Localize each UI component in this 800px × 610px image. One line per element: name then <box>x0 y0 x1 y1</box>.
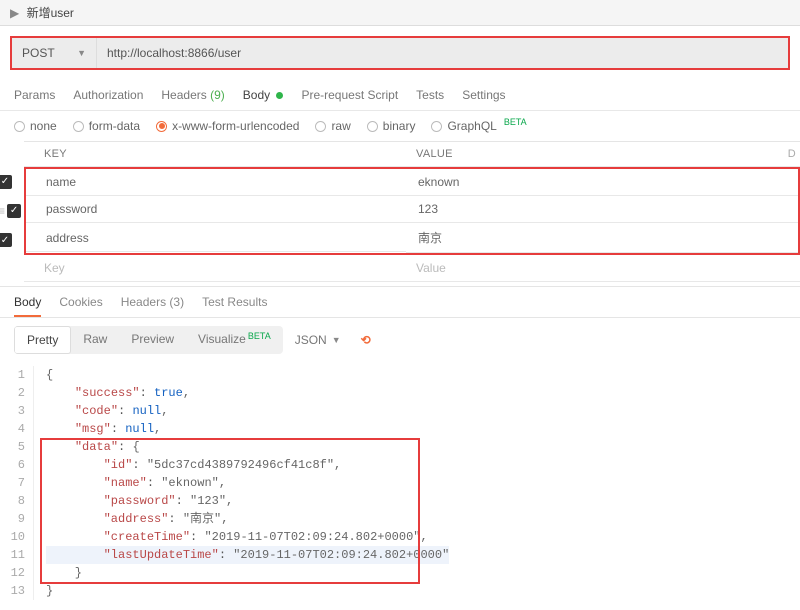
tab-prerequest[interactable]: Pre-request Script <box>301 88 398 102</box>
response-code[interactable]: { "success": true, "code": null, "msg": … <box>34 366 449 600</box>
response-toolbar: Pretty Raw Preview VisualizeBETA JSON ▼ … <box>0 318 800 362</box>
kv-value-input[interactable]: 南京 <box>406 223 798 253</box>
view-mode-segment: Pretty Raw Preview VisualizeBETA <box>14 326 283 354</box>
bodytype-binary[interactable]: binary <box>367 119 416 133</box>
request-subtabs: Params Authorization Headers (9) Body Pr… <box>0 80 800 111</box>
kv-check-0[interactable]: ✓ <box>0 175 12 189</box>
resp-tab-testresults[interactable]: Test Results <box>202 295 267 309</box>
bodytype-urlencoded[interactable]: x-www-form-urlencoded <box>156 119 299 133</box>
url-input[interactable]: http://localhost:8866/user <box>97 38 788 68</box>
url-text: http://localhost:8866/user <box>107 46 241 60</box>
viewmode-pretty[interactable]: Pretty <box>14 326 71 354</box>
resp-tab-body[interactable]: Body <box>14 295 41 317</box>
drag-handle-icon[interactable]: ≡ <box>0 204 5 218</box>
line-gutter: 12345678910111213 <box>0 366 34 600</box>
tab-settings[interactable]: Settings <box>462 88 505 102</box>
viewmode-preview[interactable]: Preview <box>119 326 186 354</box>
bodytype-form-data[interactable]: form-data <box>73 119 140 133</box>
kv-row-new[interactable]: Key Value <box>24 255 800 282</box>
kv-header-desc: D <box>780 142 800 167</box>
tab-tests[interactable]: Tests <box>416 88 444 102</box>
kv-check-2[interactable]: ✓ <box>0 233 12 247</box>
kv-header-value: VALUE <box>404 142 780 167</box>
viewmode-raw[interactable]: Raw <box>71 326 119 354</box>
request-line: POST ▼ http://localhost:8866/user <box>10 36 790 70</box>
kv-row[interactable]: password 123 <box>26 196 798 223</box>
tab-body[interactable]: Body <box>243 88 284 102</box>
resp-tab-headers[interactable]: Headers (3) <box>121 295 184 309</box>
kv-value-input[interactable]: 123 <box>406 196 798 223</box>
http-method-select[interactable]: POST ▼ <box>12 38 97 68</box>
body-type-radios: none form-data x-www-form-urlencoded raw… <box>0 111 800 141</box>
http-method-label: POST <box>22 46 55 60</box>
kv-row[interactable]: name eknown <box>26 169 798 196</box>
format-select[interactable]: JSON ▼ <box>295 333 341 347</box>
bodytype-none[interactable]: none <box>14 119 57 133</box>
kv-key-input[interactable]: address <box>26 225 406 252</box>
kv-key-input[interactable]: password <box>26 196 406 223</box>
body-active-dot-icon <box>276 92 283 99</box>
kv-value-placeholder[interactable]: Value <box>404 255 800 282</box>
kv-header-key: KEY <box>24 142 404 167</box>
kv-value-input[interactable]: eknown <box>406 169 798 196</box>
tab-authorization[interactable]: Authorization <box>73 88 143 102</box>
chevron-down-icon: ▼ <box>332 335 341 345</box>
viewmode-visualize[interactable]: VisualizeBETA <box>186 326 283 354</box>
bodytype-raw[interactable]: raw <box>315 119 350 133</box>
response-json-view[interactable]: 12345678910111213 { "success": true, "co… <box>0 362 800 610</box>
tab-headers[interactable]: Headers (9) <box>161 88 224 102</box>
kv-table: KEY VALUE D ✓ ≡ ✓ ✓ name eknown password… <box>24 141 800 282</box>
tab-params[interactable]: Params <box>14 88 55 102</box>
response-tabs: Body Cookies Headers (3) Test Results <box>0 286 800 318</box>
resp-tab-cookies[interactable]: Cookies <box>59 295 102 309</box>
bodytype-graphql[interactable]: GraphQLBETA <box>431 119 526 133</box>
expand-triangle-icon[interactable]: ▶ <box>10 6 19 20</box>
kv-check-1[interactable]: ✓ <box>7 204 21 218</box>
kv-key-placeholder[interactable]: Key <box>24 255 404 282</box>
request-tab-header[interactable]: ▶ 新增user <box>0 0 800 26</box>
kv-key-input[interactable]: name <box>26 169 406 196</box>
kv-header-row: KEY VALUE D <box>24 142 800 167</box>
request-tab-title: 新增user <box>27 6 74 20</box>
wrap-lines-button[interactable]: ⟲ <box>353 329 379 351</box>
kv-row[interactable]: address 南京 <box>26 223 798 253</box>
chevron-down-icon: ▼ <box>77 48 86 58</box>
